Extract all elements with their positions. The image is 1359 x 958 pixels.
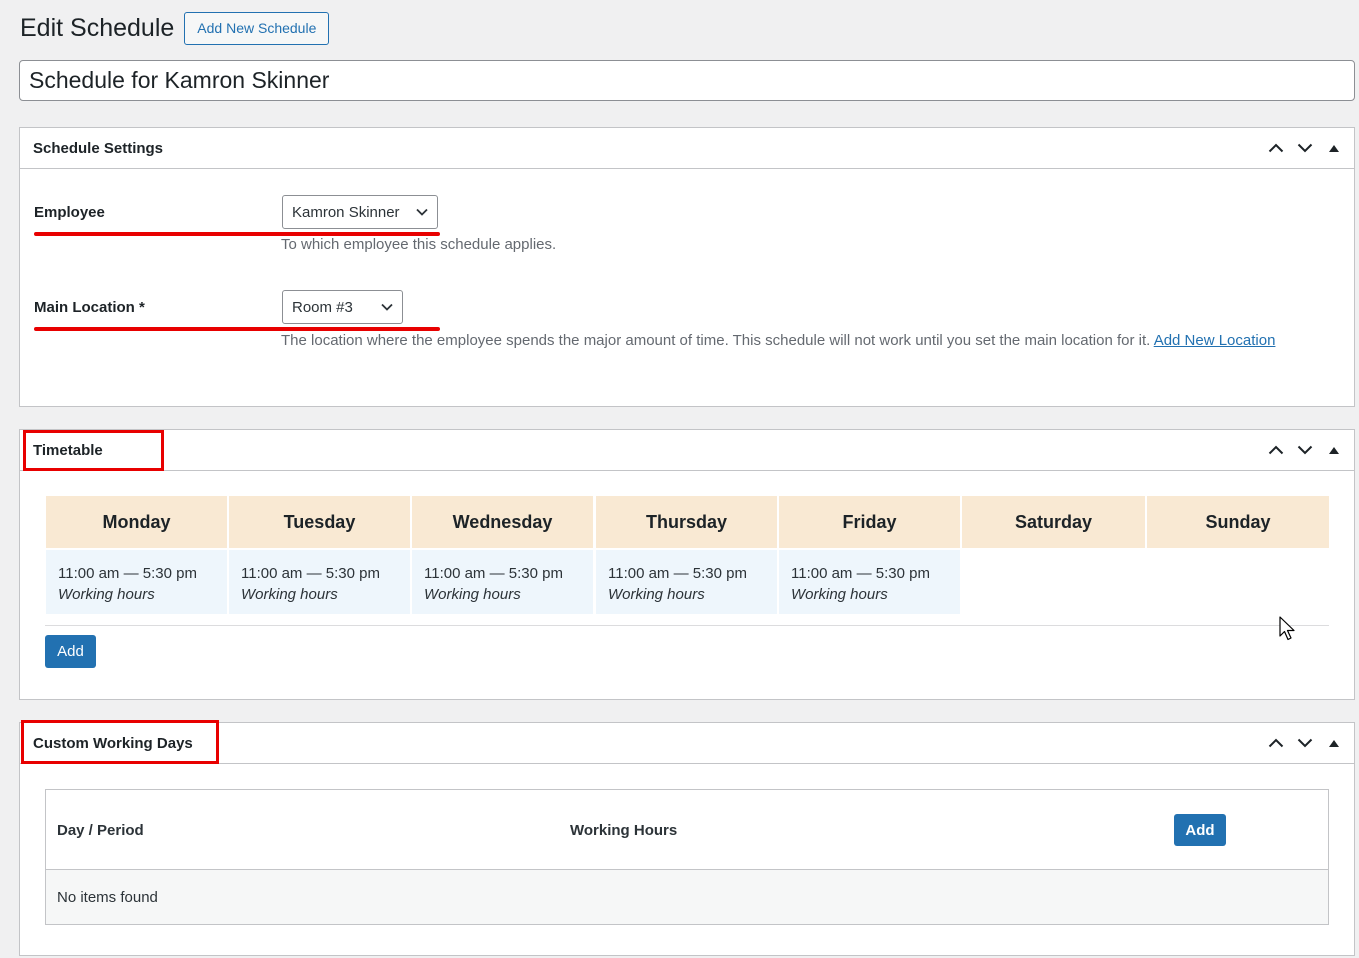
timeslot-monday[interactable]: 11:00 am — 5:30 pm Working hours [46,550,227,614]
panel-handles [1261,430,1354,470]
day-header-sunday: Sunday [1147,496,1329,548]
timeslot-type: Working hours [58,586,155,603]
toggle-panel-button[interactable] [1319,128,1348,168]
chevron-up-icon [1268,738,1283,748]
timetable-header: Timetable [20,430,1354,471]
chevron-up-icon [1268,143,1283,153]
page-title: Edit Schedule [20,13,175,42]
panel-handles [1261,723,1354,763]
main-location-label: Main Location * [34,299,145,316]
triangle-up-icon [1328,739,1339,747]
day-header-friday: Friday [779,496,960,548]
timetable-panel: Timetable Monday Tuesday Wednesday Thurs… [19,429,1355,700]
triangle-up-icon [1328,144,1339,152]
schedule-settings-header: Schedule Settings [20,128,1354,169]
day-header-tuesday: Tuesday [229,496,410,548]
toggle-panel-button[interactable] [1319,723,1348,763]
timeslot-tuesday[interactable]: 11:00 am — 5:30 pm Working hours [229,550,410,614]
main-location-select-value: Room #3 [292,298,353,316]
timeslot-type: Working hours [608,586,705,603]
chevron-up-icon [1268,445,1283,455]
custom-days-title-highlight [21,720,219,764]
add-new-schedule-button[interactable]: Add New Schedule [184,11,330,45]
chevron-down-icon [381,303,393,311]
move-down-button[interactable] [1290,128,1319,168]
timeslot-wednesday[interactable]: 11:00 am — 5:30 pm Working hours [412,550,593,614]
main-location-select[interactable]: Room #3 [282,290,403,324]
chevron-down-icon [1297,143,1312,153]
timetable-title-highlight [23,430,164,471]
add-new-location-link[interactable]: Add New Location [1154,332,1276,349]
custom-days-add-button[interactable]: Add [1174,814,1226,846]
move-up-button[interactable] [1261,723,1290,763]
no-items-row: No items found [46,870,1328,924]
move-up-button[interactable] [1261,128,1290,168]
timeslot-time: 11:00 am — 5:30 pm [58,565,197,582]
page-header: Edit Schedule Add New Schedule [20,10,330,46]
schedule-settings-title: Schedule Settings [33,139,164,157]
timeslot-thursday[interactable]: 11:00 am — 5:30 pm Working hours [596,550,777,614]
chevron-down-icon [1297,445,1312,455]
custom-working-days-header: Custom Working Days [20,723,1354,764]
timeslot-type: Working hours [241,586,338,603]
custom-days-table-header: Day / Period Working Hours Add [46,790,1328,870]
timetable-divider [45,625,1329,626]
custom-days-table: Day / Period Working Hours Add No items … [45,789,1329,925]
day-header-monday: Monday [46,496,227,548]
timeslot-time: 11:00 am — 5:30 pm [608,565,747,582]
timeslot-type: Working hours [424,586,521,603]
mouse-pointer-icon [1279,616,1295,641]
employee-select-value: Kamron Skinner [292,203,400,221]
day-header-thursday: Thursday [596,496,777,548]
schedule-title-input[interactable]: Schedule for Kamron Skinner [19,60,1355,101]
panel-handles [1261,128,1354,168]
timeslot-time: 11:00 am — 5:30 pm [791,565,930,582]
employee-select[interactable]: Kamron Skinner [282,195,438,229]
timetable-add-button[interactable]: Add [45,635,96,668]
day-header-saturday: Saturday [962,496,1145,548]
employee-label: Employee [34,204,105,221]
custom-working-days-panel: Custom Working Days Day / Period Working… [19,720,1355,956]
schedule-settings-panel: Schedule Settings Employee Kamron Skinne… [19,127,1355,407]
move-down-button[interactable] [1290,723,1319,763]
column-day-period: Day / Period [57,821,144,839]
toggle-panel-button[interactable] [1319,430,1348,470]
day-header-wednesday: Wednesday [412,496,593,548]
employee-description: To which employee this schedule applies. [281,236,557,253]
move-up-button[interactable] [1261,430,1290,470]
chevron-down-icon [1297,738,1312,748]
timeslot-time: 11:00 am — 5:30 pm [241,565,380,582]
column-working-hours: Working Hours [570,821,678,839]
move-down-button[interactable] [1290,430,1319,470]
chevron-down-icon [416,208,428,216]
timeslot-time: 11:00 am — 5:30 pm [424,565,563,582]
timeslot-friday[interactable]: 11:00 am — 5:30 pm Working hours [779,550,960,614]
main-location-description: The location where the employee spends t… [281,329,1291,353]
timeslot-type: Working hours [791,586,888,603]
triangle-up-icon [1328,446,1339,454]
main-location-description-text: The location where the employee spends t… [281,332,1151,349]
